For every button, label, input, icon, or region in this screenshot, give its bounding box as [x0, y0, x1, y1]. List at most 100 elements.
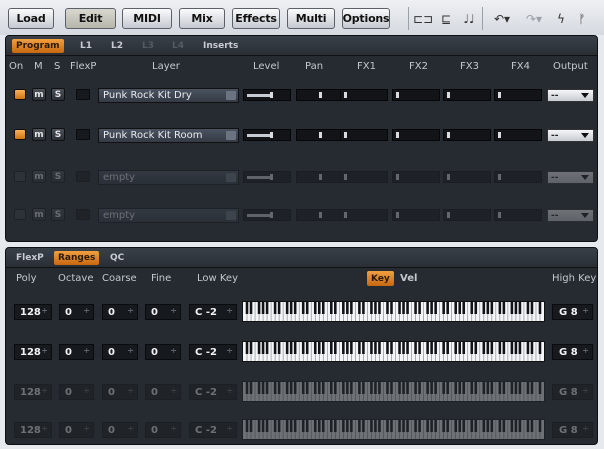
lowkey-field[interactable]: C -2 ÷ — [189, 384, 237, 400]
layer-on-toggle[interactable] — [14, 129, 26, 140]
mute-button[interactable]: m — [32, 128, 46, 141]
layer-on-toggle[interactable] — [14, 89, 26, 100]
poly-field[interactable]: 128 ÷ — [14, 422, 52, 438]
fx1-send[interactable] — [340, 209, 388, 221]
fx4-send[interactable] — [494, 89, 542, 101]
layer-select[interactable]: empty — [98, 208, 239, 223]
solo-button[interactable]: S — [51, 128, 65, 141]
pan-slider[interactable] — [296, 209, 344, 221]
redo-icon[interactable]: ↷▾ — [519, 8, 549, 29]
fine-field[interactable]: 0 ÷ — [145, 344, 181, 360]
flexphrase-toggle[interactable] — [76, 171, 90, 182]
coarse-field[interactable]: 0 ÷ — [102, 344, 138, 360]
output-select[interactable]: -- — [547, 129, 594, 142]
octave-field[interactable]: 0 ÷ — [59, 422, 94, 438]
lowkey-field[interactable]: C -2 ÷ — [189, 422, 237, 438]
lightning-icon[interactable]: ϟ — [553, 8, 569, 29]
tab-qc[interactable]: QC — [106, 251, 128, 265]
fx1-send[interactable] — [340, 129, 388, 141]
coarse-field[interactable]: 0 ÷ — [102, 384, 138, 400]
fine-field[interactable]: 0 ÷ — [145, 304, 181, 320]
highkey-field[interactable]: G 8 ÷ — [552, 384, 593, 400]
highkey-field[interactable]: G 8 ÷ — [552, 422, 593, 438]
flexphrase-toggle[interactable] — [76, 89, 90, 100]
poly-field[interactable]: 128 ÷ — [14, 304, 52, 320]
tab-l1[interactable]: L1 — [76, 39, 96, 53]
expand-icon[interactable]: ⊑ — [436, 8, 456, 29]
fx3-send[interactable] — [443, 129, 491, 141]
tab-l4[interactable]: L4 — [168, 39, 188, 53]
fx2-send[interactable] — [392, 129, 440, 141]
mix-button[interactable]: Mix — [179, 8, 225, 29]
tab-l3[interactable]: L3 — [138, 39, 158, 53]
layer-select[interactable]: empty — [98, 170, 239, 185]
fx4-send[interactable] — [494, 171, 542, 183]
octave-field[interactable]: 0 ÷ — [59, 344, 94, 360]
layer-select[interactable]: Punk Rock Kit Room — [98, 128, 239, 143]
coarse-field[interactable]: 0 ÷ — [102, 304, 138, 320]
fx3-send[interactable] — [443, 89, 491, 101]
coarse-field[interactable]: 0 ÷ — [102, 422, 138, 438]
flexphrase-toggle[interactable] — [76, 209, 90, 220]
pan-slider[interactable] — [296, 129, 344, 141]
fx4-send[interactable] — [494, 209, 542, 221]
key-range-keyboard[interactable] — [243, 342, 544, 361]
mute-button[interactable]: m — [32, 88, 46, 101]
layer-on-toggle[interactable] — [14, 171, 26, 182]
mute-button[interactable]: m — [32, 170, 46, 183]
level-slider[interactable] — [243, 171, 291, 183]
mute-button[interactable]: m — [32, 208, 46, 221]
fx2-send[interactable] — [392, 89, 440, 101]
undo-icon[interactable]: ↶▾ — [487, 8, 517, 29]
pan-slider[interactable] — [296, 171, 344, 183]
keyboard-range[interactable] — [242, 419, 545, 440]
layer-on-toggle[interactable] — [14, 209, 26, 220]
pan-slider[interactable] — [296, 89, 344, 101]
tab-ranges[interactable]: Ranges — [54, 251, 100, 265]
layer-select[interactable]: Punk Rock Kit Dry — [98, 88, 239, 103]
tab-l2[interactable]: L2 — [107, 39, 127, 53]
options-button[interactable]: Options — [342, 8, 390, 29]
level-slider[interactable] — [243, 89, 291, 101]
poly-field[interactable]: 128 ÷ — [14, 384, 52, 400]
fx1-send[interactable] — [340, 89, 388, 101]
vel-toggle[interactable]: Vel — [400, 273, 417, 284]
keyboard-range[interactable] — [242, 341, 545, 362]
octave-field[interactable]: 0 ÷ — [59, 304, 94, 320]
fx3-send[interactable] — [443, 171, 491, 183]
highkey-field[interactable]: G 8 ÷ — [552, 304, 593, 320]
collapse-icon[interactable]: ⊏⊐ — [413, 8, 433, 29]
tab-inserts[interactable]: Inserts — [199, 39, 242, 53]
flexphrase-toggle[interactable] — [76, 129, 90, 140]
fine-field[interactable]: 0 ÷ — [145, 384, 181, 400]
fx1-send[interactable] — [340, 171, 388, 183]
lowkey-field[interactable]: C -2 ÷ — [189, 344, 237, 360]
fx2-send[interactable] — [392, 209, 440, 221]
level-slider[interactable] — [243, 209, 291, 221]
load-button[interactable]: Load — [8, 8, 54, 29]
highkey-field[interactable]: G 8 ÷ — [552, 344, 593, 360]
solo-button[interactable]: S — [51, 208, 65, 221]
output-select[interactable]: -- — [547, 89, 594, 102]
output-select[interactable]: -- — [547, 171, 594, 184]
edit-button[interactable]: Edit — [65, 8, 116, 29]
note-icon[interactable]: ♩♩ — [458, 8, 480, 29]
key-range-keyboard[interactable] — [243, 302, 544, 321]
key-range-keyboard[interactable] — [243, 420, 544, 439]
settings-icon[interactable]: ᚠ — [573, 8, 591, 29]
lowkey-field[interactable]: C -2 ÷ — [189, 304, 237, 320]
octave-field[interactable]: 0 ÷ — [59, 384, 94, 400]
fx3-send[interactable] — [443, 209, 491, 221]
fx4-send[interactable] — [494, 129, 542, 141]
midi-button[interactable]: MIDI — [122, 8, 172, 29]
fx2-send[interactable] — [392, 171, 440, 183]
solo-button[interactable]: S — [51, 170, 65, 183]
keyboard-range[interactable] — [242, 381, 545, 402]
tab-flexp[interactable]: FlexP — [12, 251, 48, 265]
keyboard-range[interactable] — [242, 301, 545, 322]
poly-field[interactable]: 128 ÷ — [14, 344, 52, 360]
solo-button[interactable]: S — [51, 88, 65, 101]
output-select[interactable]: -- — [547, 209, 594, 222]
key-toggle[interactable]: Key — [367, 271, 394, 286]
multi-button[interactable]: Multi — [287, 8, 335, 29]
